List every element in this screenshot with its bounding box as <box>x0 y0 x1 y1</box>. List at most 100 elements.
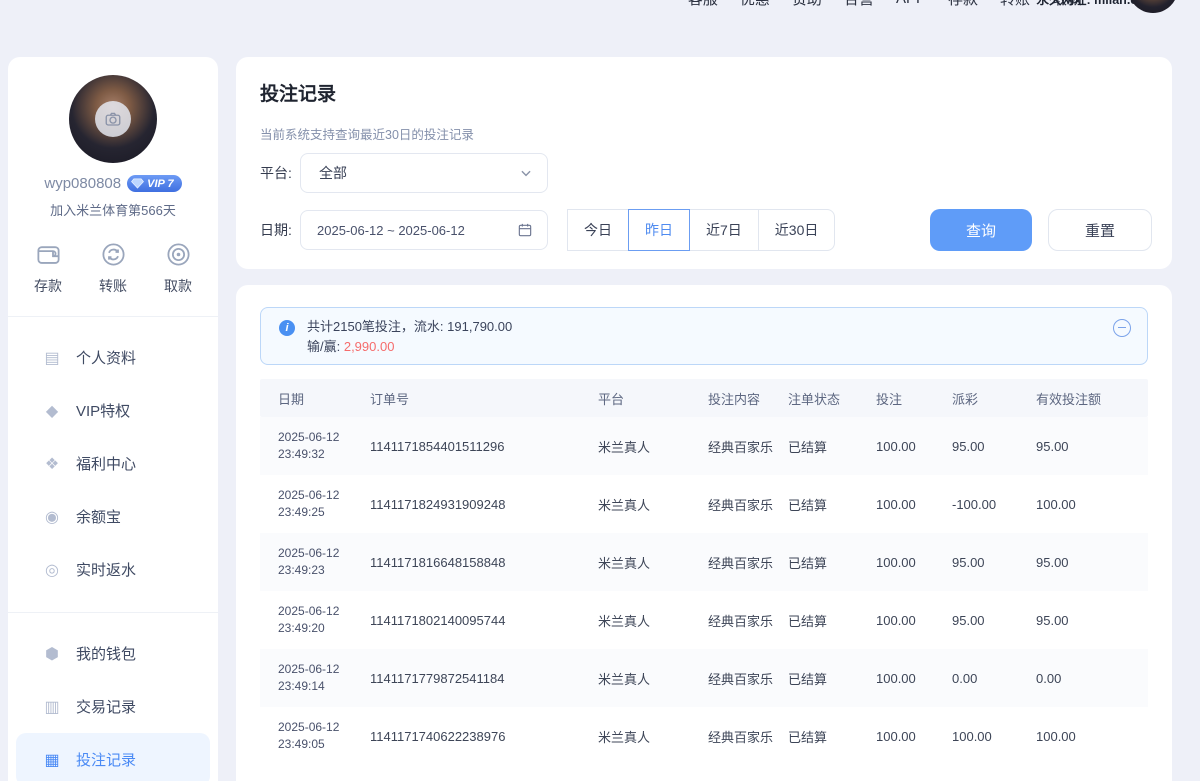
sidebar-menu-group-1: ▤ 个人资料 ◆ VIP特权 ❖ 福利中心 ◉ 余额宝 ◎ 实时返水 <box>8 325 218 602</box>
cell-valid-bet: 95.00 <box>1036 555 1148 570</box>
quick-range-button[interactable]: 今日 <box>567 209 629 251</box>
cell-date: 2025-06-12 23:49:14 <box>260 661 360 695</box>
cell-payout: 95.00 <box>952 439 1036 454</box>
table-row[interactable]: 2025-06-12 23:49:32 1141171854401511296 … <box>260 417 1148 475</box>
cell-bet-amount: 100.00 <box>876 439 952 454</box>
platform-select[interactable]: 全部 <box>300 153 548 193</box>
search-button[interactable]: 查询 <box>930 209 1032 251</box>
table-header-row: 日期 订单号 平台 投注内容 注单状态 投注 派彩 有效投注额 <box>260 379 1148 417</box>
menu-item-label: 交易记录 <box>76 696 136 717</box>
menu-item-icon: ❖ <box>42 454 62 474</box>
sidebar-menu-item[interactable]: ▦ 投注记录 <box>16 733 210 781</box>
divider <box>8 612 218 613</box>
username: wyp080808 <box>44 175 121 192</box>
platform-label: 平台: <box>260 163 300 183</box>
menu-item-icon: ⬢ <box>42 644 62 664</box>
col-header-content: 投注内容 <box>708 389 788 408</box>
table-row[interactable]: 2025-06-12 23:49:05 1141171740622238976 … <box>260 707 1148 765</box>
top-navigation: 客服优惠赞助合营APP存款转账取款 永久网址: milan.com <box>0 0 1200 16</box>
table-row[interactable]: 2025-06-12 23:49:20 1141171802140095744 … <box>260 591 1148 649</box>
divider <box>8 316 218 317</box>
vip-level-label: VIP 7 <box>147 178 174 190</box>
vip-badge: VIP 7 <box>127 175 182 192</box>
top-nav-item[interactable]: 优惠 <box>740 0 770 9</box>
withdraw-action[interactable]: 取款 <box>164 241 192 296</box>
records-panel: i 共计2150笔投注，流水: 191,790.00 输/赢: 2,990.00… <box>236 285 1172 781</box>
withdraw-icon <box>165 241 192 268</box>
cell-valid-bet: 0.00 <box>1036 671 1148 686</box>
reset-button[interactable]: 重置 <box>1048 209 1152 251</box>
transfer-label: 转账 <box>99 276 127 296</box>
sidebar-menu-item[interactable]: ▥ 交易记录 <box>16 680 210 733</box>
cell-status: 已结算 <box>788 727 876 746</box>
col-header-valid-bet: 有效投注额 <box>1036 389 1148 408</box>
sidebar-menu-item[interactable]: ◎ 实时返水 <box>16 543 210 596</box>
cell-order-number: 1141171740622238976 <box>360 729 598 744</box>
sidebar-menu-item[interactable]: ▤ 个人资料 <box>16 331 210 384</box>
transfer-action[interactable]: 转账 <box>99 241 127 296</box>
menu-item-icon: ▦ <box>42 750 62 770</box>
sidebar-menu-item[interactable]: ⬢ 我的钱包 <box>16 627 210 680</box>
cell-valid-bet: 100.00 <box>1036 729 1148 744</box>
cell-order-number: 1141171779872541184 <box>360 671 598 686</box>
cell-status: 已结算 <box>788 669 876 688</box>
sidebar-menu-item[interactable]: ◉ 余额宝 <box>16 490 210 543</box>
cell-payout: -100.00 <box>952 497 1036 512</box>
cell-payout: 95.00 <box>952 555 1036 570</box>
cell-order-number: 1141171816648158848 <box>360 555 598 570</box>
cell-bet-amount: 100.00 <box>876 729 952 744</box>
top-nav-item[interactable]: 赞助 <box>792 0 822 9</box>
table-row[interactable]: 2025-06-12 23:49:25 1141171824931909248 … <box>260 475 1148 533</box>
summary-alert: i 共计2150笔投注，流水: 191,790.00 输/赢: 2,990.00 <box>260 307 1148 365</box>
top-nav-item[interactable]: APP <box>896 0 926 7</box>
cell-bet-content: 经典百家乐 <box>708 727 788 746</box>
cell-bet-amount: 100.00 <box>876 497 952 512</box>
date-label: 日期: <box>260 220 300 240</box>
sidebar-menu-item[interactable]: ◆ VIP特权 <box>16 384 210 437</box>
sidebar: wyp080808 VIP 7 加入米兰体育第566天 存款 转账 取款 ▤ 个… <box>8 57 218 781</box>
col-header-order: 订单号 <box>360 389 598 408</box>
cell-bet-content: 经典百家乐 <box>708 611 788 630</box>
menu-item-icon: ▥ <box>42 697 62 717</box>
cell-bet-content: 经典百家乐 <box>708 437 788 456</box>
deposit-action[interactable]: 存款 <box>34 241 62 296</box>
vip-diamond-icon <box>131 178 144 189</box>
deposit-label: 存款 <box>34 276 62 296</box>
top-nav-item[interactable]: 存款 <box>948 0 978 9</box>
win-loss-value: 2,990.00 <box>344 339 395 354</box>
camera-icon[interactable] <box>95 101 131 137</box>
menu-item-label: 福利中心 <box>76 453 136 474</box>
avatar[interactable] <box>69 75 157 163</box>
wallet-icon <box>35 241 62 268</box>
col-header-status: 注单状态 <box>788 389 876 408</box>
cell-date: 2025-06-12 23:49:32 <box>260 429 360 463</box>
cell-status: 已结算 <box>788 553 876 572</box>
date-range-value: 2025-06-12 ~ 2025-06-12 <box>317 223 465 238</box>
date-range-input[interactable]: 2025-06-12 ~ 2025-06-12 <box>300 210 548 250</box>
top-nav-item[interactable]: 转账 <box>1000 0 1030 9</box>
top-nav-item[interactable]: 客服 <box>688 0 718 9</box>
platform-selected-value: 全部 <box>319 163 347 183</box>
cell-date: 2025-06-12 23:49:20 <box>260 603 360 637</box>
col-header-date: 日期 <box>260 389 360 408</box>
cell-platform: 米兰真人 <box>598 669 708 688</box>
col-header-platform: 平台 <box>598 389 708 408</box>
turnover-value: 191,790.00 <box>447 319 512 334</box>
quick-range-button[interactable]: 近30日 <box>758 209 836 251</box>
cell-date: 2025-06-12 23:49:23 <box>260 545 360 579</box>
cell-payout: 100.00 <box>952 729 1036 744</box>
table-row[interactable]: 2025-06-12 23:49:14 1141171779872541184 … <box>260 649 1148 707</box>
quick-actions: 存款 转账 取款 <box>8 241 218 296</box>
table-row[interactable]: 2025-06-12 23:49:23 1141171816648158848 … <box>260 533 1148 591</box>
top-nav-item[interactable]: 合营 <box>844 0 874 9</box>
cell-status: 已结算 <box>788 495 876 514</box>
quick-range-group: 今日 昨日 近7日 近30日 <box>568 209 835 251</box>
collapse-icon[interactable] <box>1113 319 1131 337</box>
sidebar-menu-item[interactable]: ❖ 福利中心 <box>16 437 210 490</box>
page-title: 投注记录 <box>260 79 1148 106</box>
quick-range-button[interactable]: 近7日 <box>689 209 759 251</box>
quick-range-button[interactable]: 昨日 <box>628 209 690 251</box>
cell-order-number: 1141171824931909248 <box>360 497 598 512</box>
cell-bet-content: 经典百家乐 <box>708 495 788 514</box>
cell-platform: 米兰真人 <box>598 611 708 630</box>
